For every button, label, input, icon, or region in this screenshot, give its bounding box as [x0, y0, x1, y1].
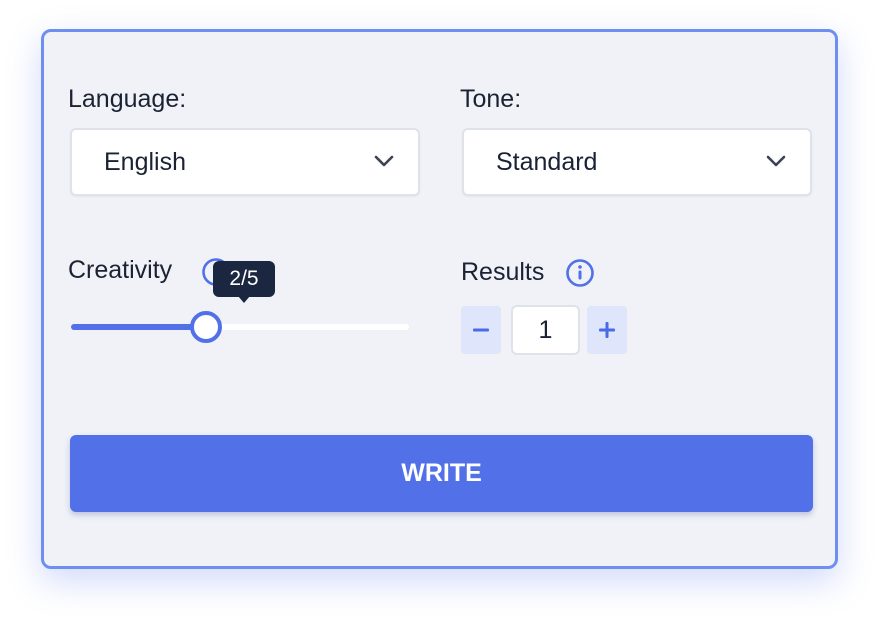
results-info-icon[interactable] — [565, 258, 595, 288]
language-select[interactable]: English — [70, 128, 420, 196]
creativity-slider[interactable] — [71, 324, 409, 330]
minus-icon — [473, 328, 489, 332]
write-button[interactable]: WRITE — [70, 435, 813, 512]
language-select-value: English — [104, 148, 186, 176]
chevron-down-icon — [766, 155, 786, 167]
creativity-slider-fill — [71, 324, 207, 330]
creativity-label: Creativity — [68, 256, 173, 284]
tone-select-value: Standard — [496, 148, 598, 176]
plus-icon — [599, 322, 615, 338]
results-label: Results — [461, 258, 545, 286]
results-increment-button[interactable] — [587, 306, 627, 354]
chevron-down-icon — [374, 155, 394, 167]
results-decrement-button[interactable] — [461, 306, 501, 354]
writer-settings-card: Language: English Tone: Standard Creativ… — [41, 29, 838, 569]
tooltip-arrow — [238, 296, 250, 303]
tone-label: Tone: — [460, 85, 522, 113]
creativity-tooltip: 2/5 — [213, 261, 275, 297]
results-quantity-input[interactable]: 1 — [511, 305, 580, 355]
language-label: Language: — [68, 85, 187, 113]
tone-select[interactable]: Standard — [462, 128, 812, 196]
creativity-slider-thumb[interactable] — [190, 311, 223, 343]
